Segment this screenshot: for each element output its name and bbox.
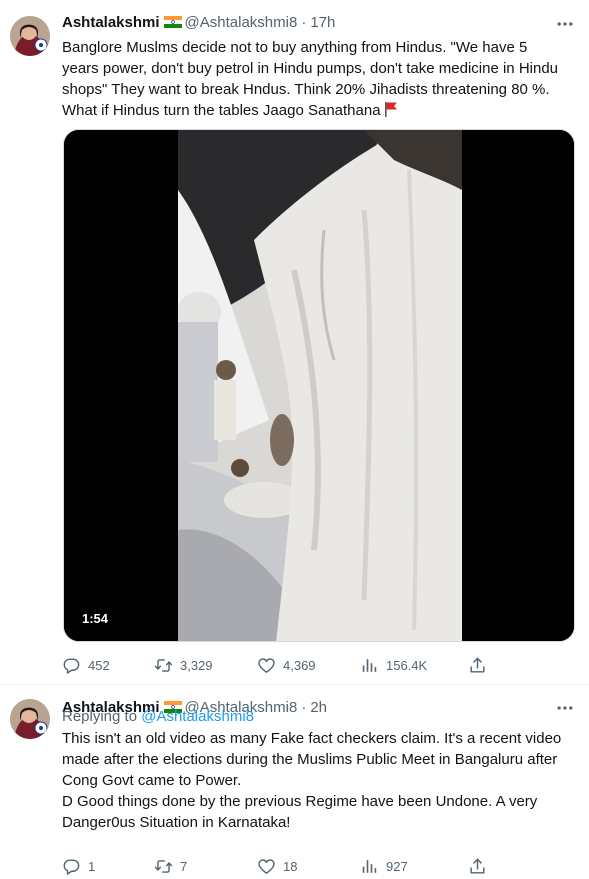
tweet-text: Banglore Muslms decide not to buy anythi…: [62, 37, 578, 121]
reply-count: 1: [88, 858, 96, 874]
share-button[interactable]: [468, 854, 494, 878]
tweet-text-line: What if Hindus turn the tables Jaago San…: [62, 100, 578, 121]
tweet-text-line: Cong Govt came to Power.: [62, 772, 242, 789]
replying-prefix: Replying to: [62, 708, 138, 725]
tweet-text-line: D Good things done by the previous Regim…: [62, 793, 538, 810]
tweet-text-line-content: What if Hindus turn the tables Jaago San…: [62, 102, 381, 119]
red-triangular-flag-icon: [384, 101, 398, 117]
share-icon: [468, 656, 487, 675]
views-button[interactable]: 927: [360, 854, 408, 878]
avatar[interactable]: [10, 16, 50, 56]
retweet-count: 7: [180, 858, 188, 874]
tweet-time[interactable]: 17h: [310, 14, 335, 31]
tweet-actions: 452 3,329 4,369 156.4K: [54, 653, 494, 677]
avatar[interactable]: [10, 699, 50, 739]
views-count: 927: [386, 858, 408, 874]
views-icon: [360, 656, 379, 675]
separator-dot: ·: [301, 699, 307, 716]
tweet-text-line: shops" They want to break Hndus. Think 2…: [62, 81, 550, 98]
heart-icon: [257, 656, 276, 675]
views-button[interactable]: 156.4K: [360, 653, 427, 677]
tweet-time[interactable]: 2h: [310, 699, 327, 716]
tweet-text-line: This isn't an old video as many Fake fac…: [62, 730, 562, 747]
tweet-text-line: Banglore Muslms decide not to buy anythi…: [62, 39, 528, 56]
retweet-icon: [154, 656, 173, 675]
like-button[interactable]: 4,369: [257, 653, 316, 677]
views-icon: [360, 857, 379, 876]
tweet-header: Ashtalakshmi @Ashtalakshmi8 · 17h: [62, 13, 335, 33]
user-avatar-image: [10, 699, 50, 739]
heart-icon: [257, 857, 276, 876]
like-count: 4,369: [283, 657, 316, 673]
tweet-text-line: Danger0us Situation in Karnataka!: [62, 814, 291, 831]
video-frame: [64, 130, 574, 641]
retweet-button[interactable]: 7: [154, 854, 187, 878]
replying-to: Replying to @Ashtalakshmi8: [62, 706, 254, 727]
author-handle[interactable]: @Ashtalakshmi8: [185, 14, 298, 31]
tweet-text: This isn't an old video as many Fake fac…: [62, 728, 578, 833]
share-icon: [468, 857, 487, 876]
india-flag-icon: [164, 16, 182, 28]
reply-button[interactable]: 452: [62, 653, 110, 677]
replying-to-link[interactable]: @Ashtalakshmi8: [141, 708, 254, 725]
retweet-icon: [154, 857, 173, 876]
tweet-text-line: years power, don't buy petrol in Hindu p…: [62, 60, 559, 77]
tweet-text-line: made after the elections during the Musl…: [62, 751, 558, 768]
video-player[interactable]: 1:54: [63, 129, 575, 642]
tweet-actions: 1 7 18 927: [54, 854, 494, 878]
video-duration: 1:54: [82, 611, 109, 626]
reply-icon: [62, 656, 81, 675]
tweet-main[interactable]: Ashtalakshmi @Ashtalakshmi8 · 17h Banglore …: [0, 0, 589, 685]
views-count: 156.4K: [386, 657, 428, 673]
retweet-button[interactable]: 3,329: [154, 653, 213, 677]
like-button[interactable]: 18: [257, 854, 297, 878]
like-count: 18: [283, 858, 298, 874]
user-avatar-image: [10, 16, 50, 56]
share-button[interactable]: [468, 653, 494, 677]
reply-button[interactable]: 1: [62, 854, 95, 878]
reply-icon: [62, 857, 81, 876]
separator-dot: ·: [301, 14, 307, 31]
retweet-count: 3,329: [180, 657, 213, 673]
more-options-icon[interactable]: [555, 14, 575, 34]
more-options-icon[interactable]: [555, 698, 575, 718]
reply-count: 452: [88, 657, 110, 673]
tweet-reply[interactable]: Ashtalakshmi @Ashtalakshmi8 · 2h Replying t…: [0, 686, 589, 879]
author-name[interactable]: Ashtalakshmi: [62, 14, 160, 31]
